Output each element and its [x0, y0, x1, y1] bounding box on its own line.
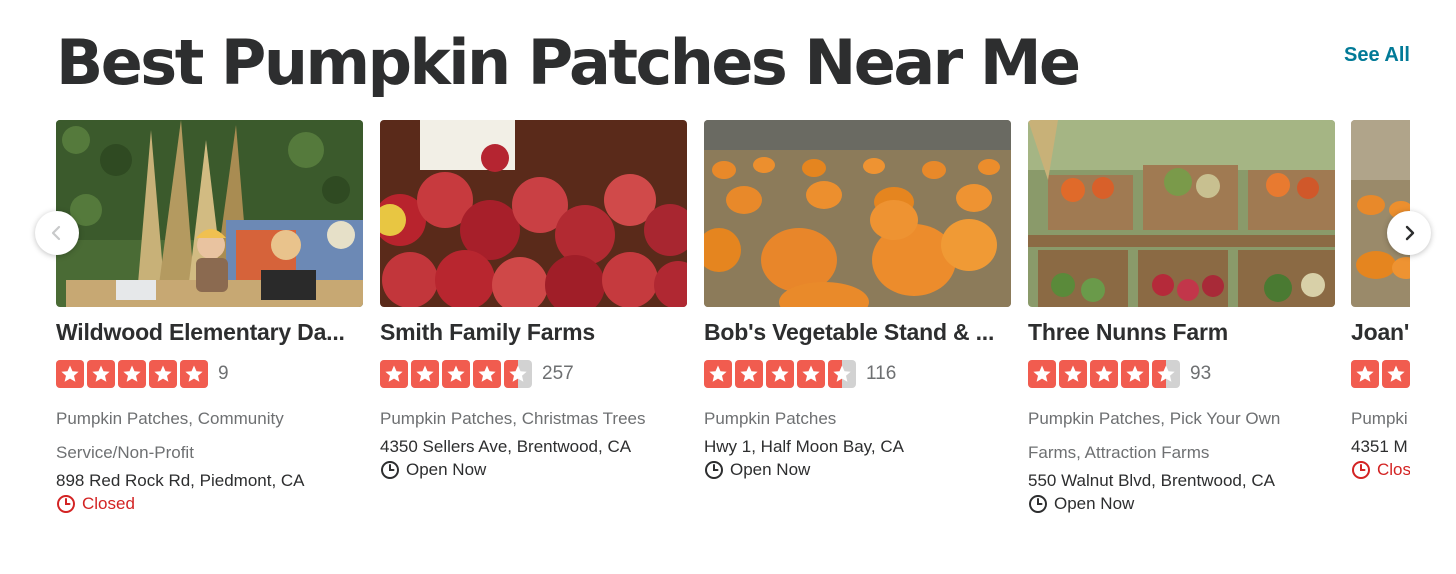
- business-card[interactable]: Joan' Pumpki 4351 M Clos: [1351, 120, 1410, 482]
- status-text: Open Now: [406, 460, 487, 479]
- star-icon: [1351, 360, 1379, 388]
- star-icon: [766, 360, 794, 388]
- open-status: Open Now: [704, 458, 1011, 482]
- business-categories[interactable]: Pumpkin Patches, Christmas Trees: [380, 402, 687, 436]
- star-icon: [473, 360, 501, 388]
- business-photo[interactable]: [380, 120, 687, 307]
- business-categories[interactable]: Pumpkin Patches, Community Service/Non-P…: [56, 402, 363, 470]
- business-carousel: Wildwood Elementary Da... 9 Pumpkin Patc…: [56, 120, 1410, 540]
- business-card[interactable]: Wildwood Elementary Da... 9 Pumpkin Patc…: [56, 120, 363, 516]
- star-icon: [180, 360, 208, 388]
- clock-icon: [1352, 461, 1370, 479]
- star-icon: [1028, 360, 1056, 388]
- business-photo[interactable]: [1028, 120, 1335, 307]
- business-address: Hwy 1, Half Moon Bay, CA: [704, 437, 904, 456]
- star-icon: [1152, 360, 1180, 388]
- business-name[interactable]: Bob's Vegetable Stand & ...: [704, 319, 1011, 346]
- clock-icon: [381, 461, 399, 479]
- rating-row: 116: [704, 360, 1011, 388]
- open-status: Open Now: [1028, 492, 1335, 516]
- chevron-left-icon: [51, 225, 61, 241]
- business-name[interactable]: Smith Family Farms: [380, 319, 687, 346]
- business-address: 4351 M: [1351, 437, 1408, 456]
- carousel-prev-button[interactable]: [35, 211, 79, 255]
- business-card[interactable]: Smith Family Farms 257 Pumpkin Patches, …: [380, 120, 687, 482]
- star-rating: [380, 360, 532, 388]
- star-icon: [442, 360, 470, 388]
- business-name[interactable]: Three Nunns Farm: [1028, 319, 1335, 346]
- business-card[interactable]: Three Nunns Farm 93 Pumpkin Patches, Pic…: [1028, 120, 1335, 516]
- star-rating: [56, 360, 208, 388]
- star-icon: [87, 360, 115, 388]
- business-categories[interactable]: Pumpki: [1351, 402, 1410, 436]
- carousel-next-button[interactable]: [1387, 211, 1431, 255]
- open-status: Clos: [1351, 458, 1410, 482]
- business-categories[interactable]: Pumpkin Patches, Pick Your Own Farms, At…: [1028, 402, 1335, 470]
- star-icon: [735, 360, 763, 388]
- business-address: 4350 Sellers Ave, Brentwood, CA: [380, 437, 632, 456]
- chevron-right-icon: [1405, 225, 1415, 241]
- business-address: 898 Red Rock Rd, Piedmont, CA: [56, 471, 305, 490]
- status-text: Closed: [82, 494, 135, 513]
- star-icon: [149, 360, 177, 388]
- star-icon: [704, 360, 732, 388]
- star-icon: [1382, 360, 1410, 388]
- star-icon: [1059, 360, 1087, 388]
- rating-row: 9: [56, 360, 363, 388]
- business-card[interactable]: Bob's Vegetable Stand & ... 116 Pumpkin …: [704, 120, 1011, 482]
- clock-icon: [1029, 495, 1047, 513]
- open-status: Closed: [56, 492, 363, 516]
- star-icon: [797, 360, 825, 388]
- star-icon: [56, 360, 84, 388]
- status-text: Open Now: [1054, 494, 1135, 513]
- business-photo[interactable]: [704, 120, 1011, 307]
- business-name[interactable]: Joan': [1351, 319, 1410, 346]
- star-icon: [828, 360, 856, 388]
- business-photo[interactable]: [56, 120, 363, 307]
- review-count: 93: [1190, 363, 1212, 384]
- status-text: Clos: [1377, 460, 1410, 479]
- review-count: 116: [866, 363, 897, 384]
- page-title: Best Pumpkin Patches Near Me: [56, 26, 1081, 99]
- open-status: Open Now: [380, 458, 687, 482]
- review-count: 257: [542, 363, 574, 384]
- star-rating: [1028, 360, 1180, 388]
- business-address: 550 Walnut Blvd, Brentwood, CA: [1028, 471, 1275, 490]
- star-icon: [1121, 360, 1149, 388]
- star-rating: [704, 360, 856, 388]
- review-count: 9: [218, 363, 229, 384]
- rating-row: 257: [380, 360, 687, 388]
- rating-row: 93: [1028, 360, 1335, 388]
- star-icon: [504, 360, 532, 388]
- star-icon: [118, 360, 146, 388]
- clock-icon: [57, 495, 75, 513]
- rating-row: [1351, 360, 1410, 388]
- star-icon: [411, 360, 439, 388]
- business-categories[interactable]: Pumpkin Patches: [704, 402, 1011, 436]
- status-text: Open Now: [730, 460, 811, 479]
- business-name[interactable]: Wildwood Elementary Da...: [56, 319, 363, 346]
- star-icon: [1090, 360, 1118, 388]
- star-icon: [380, 360, 408, 388]
- star-rating: [1351, 360, 1410, 388]
- see-all-link[interactable]: See All: [1344, 44, 1410, 67]
- clock-icon: [705, 461, 723, 479]
